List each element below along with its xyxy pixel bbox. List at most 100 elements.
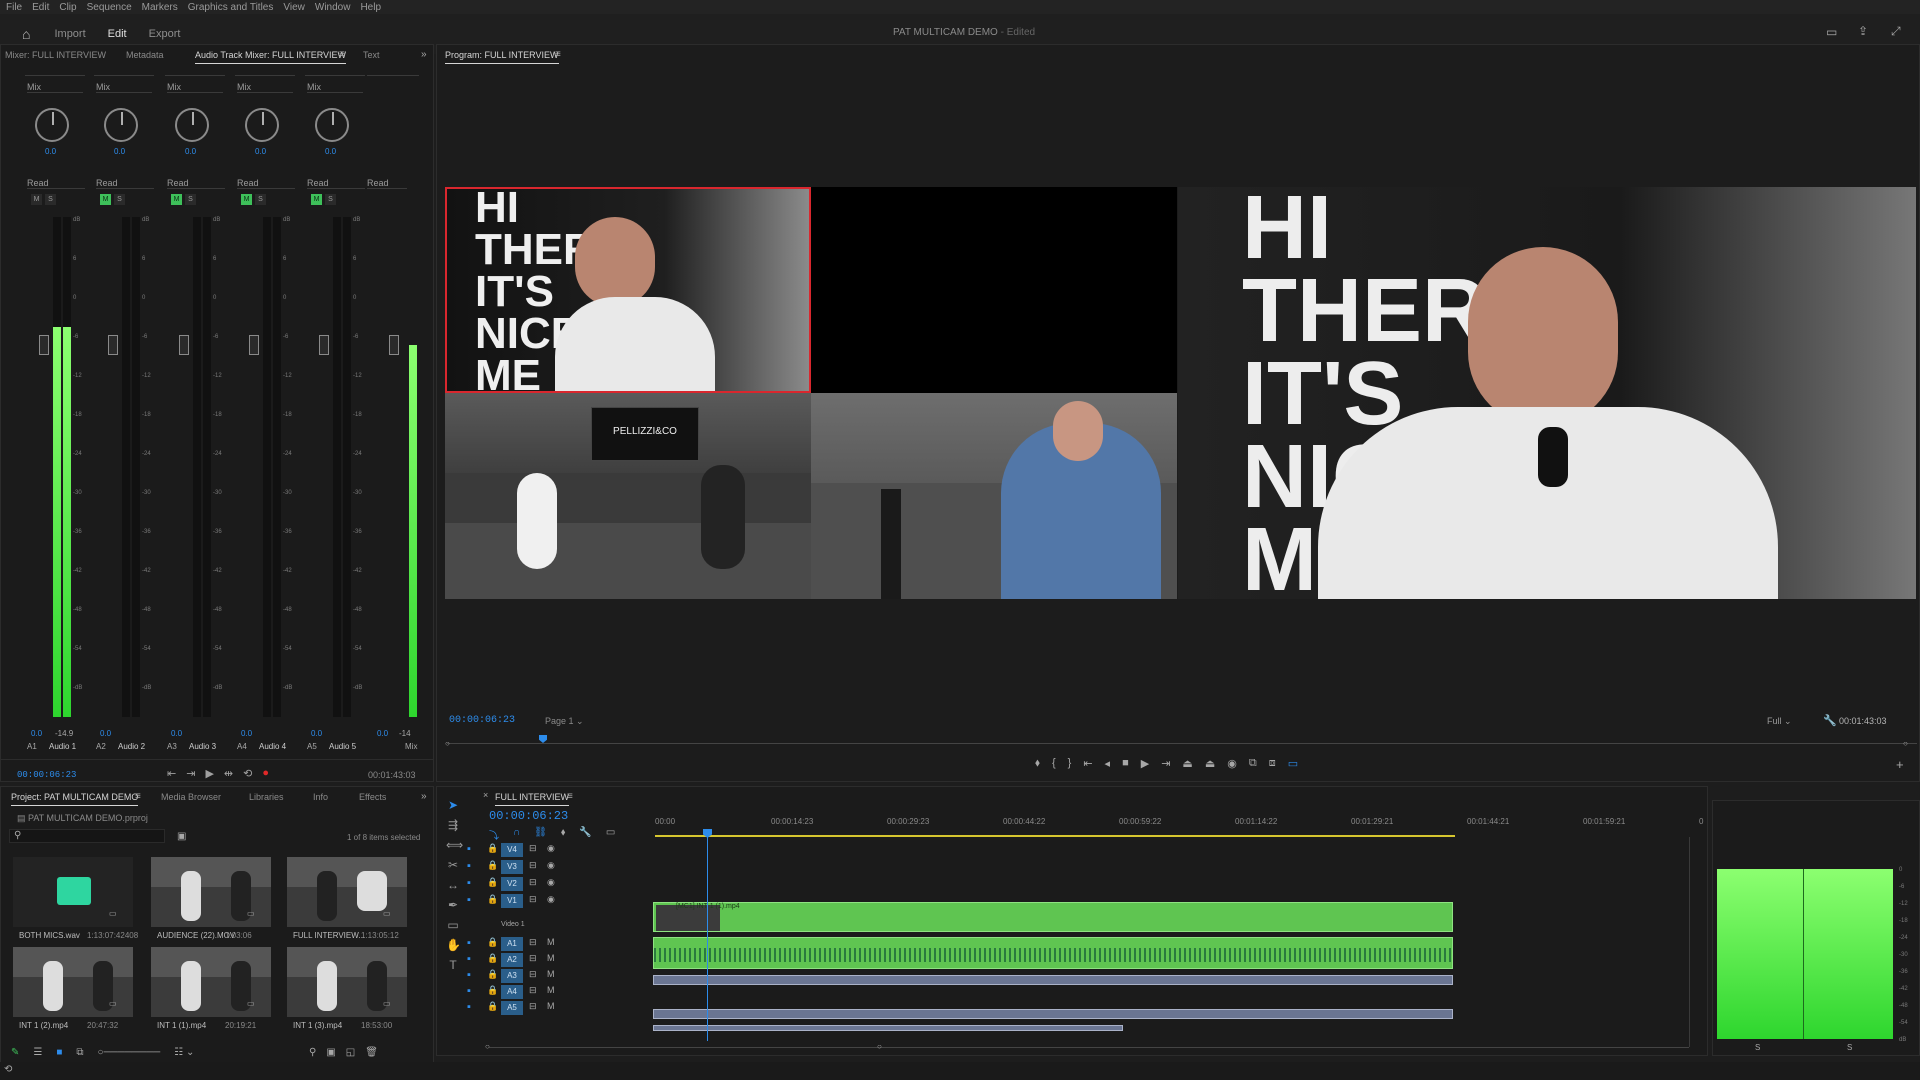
- track-label[interactable]: V3: [501, 860, 523, 874]
- scroll-handle-left[interactable]: ○: [485, 1042, 490, 1051]
- mute-button[interactable]: M: [100, 194, 111, 205]
- automation-mode-select[interactable]: Read: [307, 178, 365, 189]
- audio-clip-a5[interactable]: [653, 1025, 1123, 1031]
- track-label[interactable]: A1: [501, 937, 523, 951]
- new-bin-icon[interactable]: ▣: [177, 831, 186, 842]
- track-target-icon[interactable]: ▪: [467, 985, 471, 997]
- workspaces-icon[interactable]: ▭: [1826, 25, 1837, 39]
- eye-icon[interactable]: ◉: [547, 860, 555, 871]
- sync-lock-icon[interactable]: ⊟: [529, 877, 537, 888]
- project-search-input[interactable]: ⚲: [9, 829, 165, 843]
- pencil-icon[interactable]: ✎: [11, 1047, 19, 1058]
- lock-icon[interactable]: 🔒: [487, 843, 498, 854]
- sync-lock-icon[interactable]: ⊟: [529, 937, 537, 948]
- home-icon[interactable]: ⌂: [22, 26, 30, 42]
- list-view-icon[interactable]: ☰: [33, 1047, 42, 1058]
- pan-value[interactable]: 0.0: [45, 147, 56, 156]
- pan-knob[interactable]: [245, 108, 279, 142]
- stop-icon[interactable]: ■: [1122, 757, 1129, 770]
- multicam-angle-2-empty[interactable]: [811, 187, 1177, 393]
- sync-lock-icon[interactable]: ⊟: [529, 894, 537, 905]
- slip-tool-icon[interactable]: ↔: [446, 878, 460, 892]
- tab-mixer[interactable]: Mixer: FULL INTERVIEW: [5, 50, 106, 60]
- track-target-icon[interactable]: ▪: [467, 843, 471, 855]
- work-area-bar[interactable]: [655, 835, 1455, 837]
- project-menu-icon[interactable]: ≡: [135, 791, 141, 802]
- track-target-icon[interactable]: ▪: [467, 969, 471, 981]
- time-ruler[interactable]: 00:00 00:00:14:23 00:00:29:23 00:00:44:22 00…: [655, 817, 1703, 835]
- menu-item-clip[interactable]: Clip: [59, 2, 76, 13]
- vertical-scrollbar[interactable]: [1689, 837, 1690, 1047]
- master-volume-fader[interactable]: [389, 335, 399, 355]
- automation-mode-select[interactable]: Read: [27, 178, 85, 189]
- lock-icon[interactable]: 🔒: [487, 937, 498, 948]
- close-sequence-icon[interactable]: ×: [483, 790, 488, 800]
- sync-lock-icon[interactable]: ⊟: [529, 985, 537, 996]
- track-label[interactable]: V1: [501, 894, 523, 908]
- project-item-name[interactable]: INT 1 (1).mp4: [157, 1021, 206, 1030]
- menu-item-markers[interactable]: Markers: [142, 2, 178, 13]
- add-marker-icon[interactable]: ⬧: [561, 827, 566, 842]
- solo-button[interactable]: S: [255, 194, 266, 205]
- track-target-icon[interactable]: ▪: [467, 953, 471, 965]
- volume-fader[interactable]: [39, 335, 49, 355]
- track-input-select[interactable]: [235, 65, 295, 76]
- pan-value[interactable]: 0.0: [325, 147, 336, 156]
- multicam-angle-1[interactable]: HI THER IT'S NICE ME: [445, 187, 811, 393]
- program-scrub-bar[interactable]: [447, 743, 1917, 744]
- project-item-name[interactable]: INT 1 (3).mp4: [293, 1021, 342, 1030]
- project-item-name[interactable]: BOTH MICS.wav: [19, 931, 80, 940]
- extract-icon[interactable]: ⏏: [1205, 757, 1215, 770]
- track-mode-select[interactable]: Mix: [167, 82, 223, 93]
- more-panels-icon[interactable]: »: [421, 49, 427, 60]
- program-menu-icon[interactable]: ≡: [555, 49, 561, 60]
- menu-item-view[interactable]: View: [283, 2, 305, 13]
- volume-fader[interactable]: [108, 335, 118, 355]
- workspace-tab-export[interactable]: Export: [149, 28, 181, 40]
- volume-fader[interactable]: [319, 335, 329, 355]
- program-output-frame[interactable]: HI THER IT'S NICE ME: [1178, 187, 1916, 599]
- go-to-out-icon[interactable]: ⇥: [1161, 757, 1170, 770]
- sync-lock-icon[interactable]: ⊟: [529, 843, 537, 854]
- mute-icon[interactable]: M: [547, 1001, 555, 1011]
- track-label[interactable]: A2: [501, 953, 523, 967]
- project-item-name[interactable]: AUDIENCE (22).MOV: [157, 931, 235, 940]
- go-to-out-icon[interactable]: ⇥: [186, 767, 195, 780]
- solo-left[interactable]: S: [1755, 1043, 1760, 1052]
- menu-item-window[interactable]: Window: [315, 2, 351, 13]
- track-label[interactable]: A5: [501, 1001, 523, 1015]
- horizontal-scrollbar[interactable]: [489, 1047, 1689, 1048]
- mute-icon[interactable]: M: [547, 969, 555, 979]
- icon-view-icon[interactable]: ■: [56, 1047, 62, 1058]
- workspace-tab-import[interactable]: Import: [54, 28, 85, 40]
- tab-libraries[interactable]: Libraries: [249, 792, 284, 802]
- track-input-select[interactable]: [25, 65, 85, 76]
- mute-button[interactable]: M: [31, 194, 42, 205]
- tab-metadata[interactable]: Metadata: [126, 50, 164, 60]
- fullscreen-icon[interactable]: ⤢: [1891, 24, 1901, 39]
- track-input-select[interactable]: [305, 65, 365, 76]
- menu-item-edit[interactable]: Edit: [32, 2, 49, 13]
- lock-icon[interactable]: 🔒: [487, 1001, 498, 1012]
- audio-clip-a1[interactable]: [653, 937, 1453, 969]
- pan-knob[interactable]: [35, 108, 69, 142]
- settings-wrench-icon[interactable]: 🔧: [1823, 714, 1837, 727]
- panel-menu-icon[interactable]: ≡: [339, 49, 345, 60]
- go-to-in-icon[interactable]: ⇤: [1083, 757, 1092, 770]
- captions-icon[interactable]: ▭: [606, 827, 615, 842]
- trash-icon[interactable]: 🗑: [365, 1047, 378, 1058]
- lock-icon[interactable]: 🔒: [487, 894, 498, 905]
- new-bin-footer-icon[interactable]: ▣: [326, 1047, 335, 1058]
- multicam-angle-3[interactable]: PELLIZZI&CO: [445, 393, 811, 599]
- mute-button[interactable]: M: [171, 194, 182, 205]
- record-icon[interactable]: ●: [262, 767, 269, 780]
- linked-selection-icon[interactable]: ⛓: [534, 827, 547, 842]
- lock-icon[interactable]: 🔒: [487, 860, 498, 871]
- pan-knob[interactable]: [104, 108, 138, 142]
- track-label[interactable]: V2: [501, 877, 523, 891]
- track-mode-select[interactable]: Mix: [96, 82, 152, 93]
- zoom-handle-left[interactable]: ○: [445, 739, 450, 748]
- track-mode-select[interactable]: Mix: [237, 82, 293, 93]
- step-back-icon[interactable]: ◂: [1105, 757, 1111, 770]
- menu-item-sequence[interactable]: Sequence: [87, 2, 132, 13]
